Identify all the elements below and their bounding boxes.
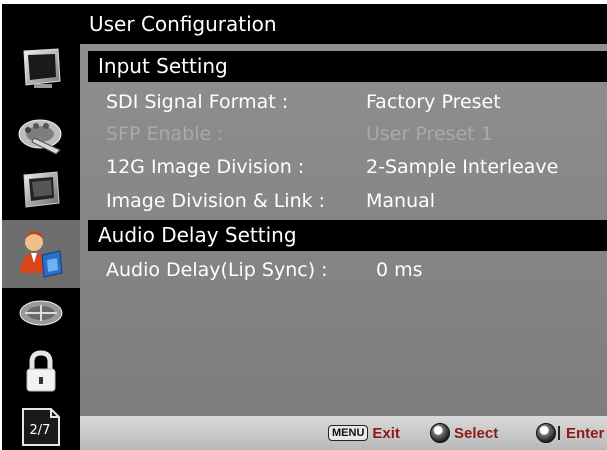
sidebar-item-network[interactable] [2,279,80,347]
key-guide-bar: MENU Exit Select Enter [80,416,607,450]
page-indicator-text: 2/7 [30,423,51,438]
network-icon [19,300,63,326]
row-value: 2-Sample Interleave [366,156,559,178]
monitor-icon [23,48,61,88]
row-label: SFP Enable : [106,123,224,145]
exit-label: Exit [372,424,400,442]
sidebar-item-user-config[interactable] [2,220,80,288]
select-hint[interactable]: Select [430,416,498,450]
row-audio-delay[interactable]: Audio Delay(Lip Sync) : 0 ms [106,254,607,286]
row-image-division-link[interactable]: Image Division & Link : Manual [106,185,607,217]
row-label: SDI Signal Format : [106,91,289,113]
page-indicator: 2/7 [2,404,80,450]
row-label: Image Division & Link : [106,190,326,212]
row-value: Manual [366,190,436,212]
color-palette-icon [18,119,62,155]
row-value: User Preset 1 [366,123,493,145]
row-label: 12G Image Division : [106,156,305,178]
jog-dial-press-icon [536,423,560,443]
section-input-setting: Input Setting [88,51,607,82]
exit-hint[interactable]: MENU Exit [328,416,400,450]
row-sdi-signal-format[interactable]: SDI Signal Format : Factory Preset [106,86,607,118]
enter-label: Enter [566,424,605,442]
sidebar: 2/7 [2,4,80,450]
row-sfp-enable: SFP Enable : User Preset 1 [106,118,607,150]
settings-panel: Input Setting SDI Signal Format : Factor… [80,44,607,416]
row-value: Factory Preset [366,91,501,113]
lock-icon [26,350,56,392]
sidebar-item-screen[interactable] [2,156,80,224]
user-config-icon [20,231,63,278]
row-label: Audio Delay(Lip Sync) : [106,259,328,281]
menu-key-icon: MENU [328,425,369,441]
row-value: 0 ms [376,259,423,281]
page-title: User Configuration [80,4,607,44]
sidebar-item-monitor[interactable] [2,34,80,102]
row-12g-image-division[interactable]: 12G Image Division : 2-Sample Interleave [106,151,607,183]
section-audio-delay-setting: Audio Delay Setting [88,220,607,251]
jog-dial-icon [430,423,450,443]
sidebar-item-lock[interactable] [2,338,80,406]
screen-icon [23,171,60,208]
page-icon: 2/7 [22,408,60,446]
select-label: Select [454,424,499,442]
enter-hint[interactable]: Enter [536,416,604,450]
